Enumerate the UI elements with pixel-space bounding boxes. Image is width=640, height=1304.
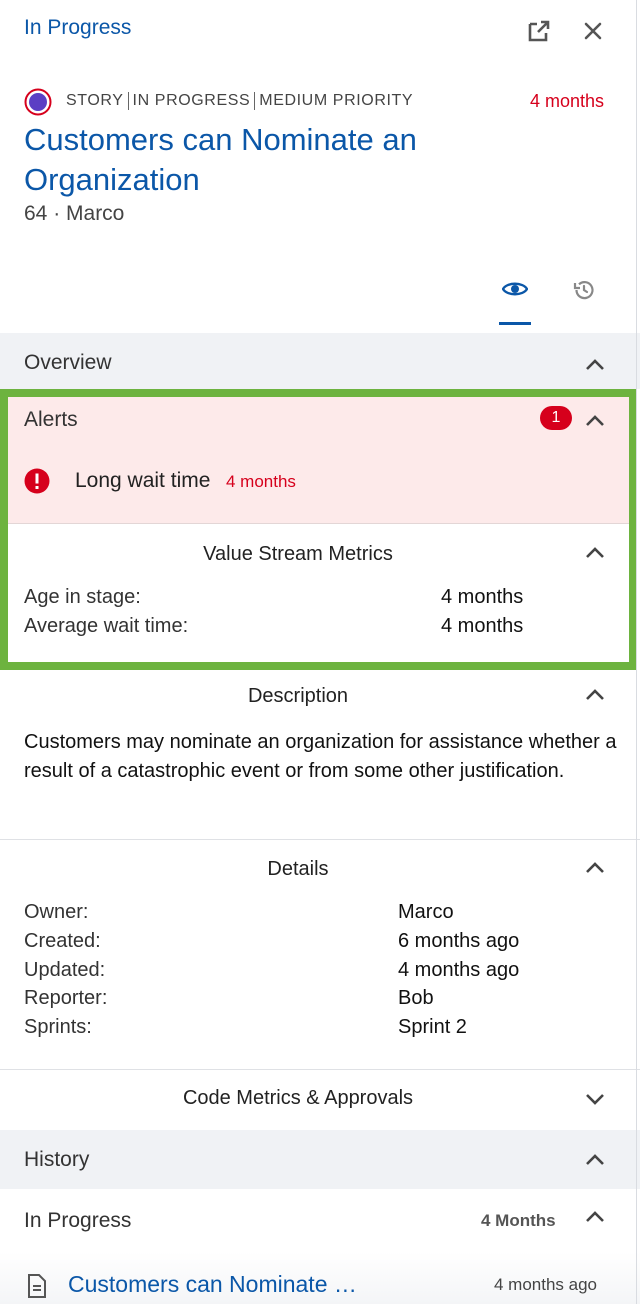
- description-label: Description: [247, 685, 349, 707]
- description-section: Description Customers may nominate an or…: [0, 670, 640, 839]
- description-text: Customers may nominate an organization f…: [24, 731, 617, 782]
- item-type-label: STORY: [66, 92, 124, 109]
- value-stream-section: Value Stream Metrics Age in stage: 4 mon…: [8, 523, 629, 662]
- story-type-icon: [24, 88, 52, 116]
- detail-value: Bob: [398, 987, 434, 1009]
- item-meta: 64 · Marco: [24, 202, 125, 225]
- metric-label: Average wait time:: [24, 615, 189, 637]
- alerts-collapse-button[interactable]: [583, 409, 607, 433]
- details-section: Details Owner: Marco Created: 6 months a…: [0, 840, 640, 1069]
- item-age: 4 months: [529, 91, 604, 111]
- value-stream-collapse-button[interactable]: [583, 541, 607, 565]
- overview-collapse-button[interactable]: [583, 353, 607, 377]
- details-collapse-button[interactable]: [583, 856, 607, 880]
- metric-value: 4 months: [441, 586, 524, 608]
- item-title[interactable]: Customers can Nominate an Organization: [24, 120, 494, 200]
- detail-label: Owner:: [24, 901, 89, 923]
- history-entry-title[interactable]: Customers can Nominate …: [68, 1271, 357, 1298]
- history-entry[interactable]: Customers can Nominate … 4 months ago: [0, 1252, 640, 1304]
- eye-icon: [502, 282, 528, 296]
- panel-status-title: In Progress: [24, 16, 132, 39]
- chevron-down-icon: [586, 1094, 604, 1105]
- history-label: History: [24, 1148, 90, 1171]
- close-button[interactable]: [576, 14, 610, 48]
- history-icon: [573, 281, 594, 300]
- tab-overview[interactable]: [496, 270, 534, 308]
- history-group-label: In Progress: [24, 1209, 132, 1232]
- item-state-label: IN PROGRESS: [132, 92, 251, 109]
- detail-value: Marco: [398, 901, 454, 923]
- metric-label: Age in stage:: [24, 586, 141, 608]
- close-icon: [584, 22, 602, 40]
- value-stream-label: Value Stream Metrics: [203, 543, 393, 565]
- code-metrics-expand-button[interactable]: [583, 1087, 607, 1111]
- overview-label: Overview: [24, 351, 112, 374]
- history-group-age: 4 Months: [481, 1211, 556, 1230]
- chevron-up-icon: [586, 359, 604, 370]
- alert-error-icon: [24, 468, 50, 494]
- detail-label: Created:: [24, 930, 101, 952]
- chevron-up-icon: [586, 547, 604, 558]
- history-group-header[interactable]: In Progress 4 Months: [0, 1190, 640, 1250]
- alerts-section: Alerts 1 Long wait time 4 months: [8, 397, 629, 523]
- history-section-header[interactable]: History: [0, 1130, 640, 1189]
- chevron-up-icon: [586, 862, 604, 873]
- code-metrics-label: Code Metrics & Approvals: [182, 1087, 414, 1109]
- metric-value: 4 months: [441, 615, 524, 637]
- chevron-up-icon: [586, 1154, 604, 1165]
- open-external-button[interactable]: [522, 14, 556, 48]
- open-external-icon: [528, 20, 550, 42]
- description-collapse-button[interactable]: [583, 683, 607, 707]
- item-type-badge: [24, 88, 52, 116]
- tab-active-indicator: [499, 322, 531, 325]
- history-group-collapse-button[interactable]: [583, 1205, 607, 1229]
- detail-value: 4 months ago: [398, 959, 520, 981]
- detail-label: Reporter:: [24, 987, 108, 1009]
- chevron-up-icon: [586, 689, 604, 700]
- panel-edge: [636, 0, 637, 1304]
- alert-text: Long wait time: [75, 469, 211, 492]
- detail-label: Sprints:: [24, 1016, 92, 1038]
- detail-value: Sprint 2: [398, 1016, 467, 1038]
- item-tags: STORY IN PROGRESS MEDIUM PRIORITY: [66, 92, 413, 110]
- code-metrics-section-header[interactable]: Code Metrics & Approvals: [0, 1070, 640, 1129]
- detail-value: 6 months ago: [398, 930, 520, 952]
- tab-history[interactable]: [566, 272, 602, 308]
- details-label: Details: [267, 858, 329, 880]
- history-collapse-button[interactable]: [583, 1148, 607, 1172]
- document-icon: [28, 1274, 46, 1298]
- alerts-label: Alerts: [24, 408, 78, 431]
- item-priority-label: MEDIUM PRIORITY: [259, 92, 414, 109]
- alert-age: 4 months: [226, 472, 296, 491]
- alert-item: Long wait time 4 months: [24, 467, 584, 497]
- chevron-up-icon: [586, 1211, 604, 1222]
- overview-section-header[interactable]: Overview: [0, 333, 640, 389]
- history-entry-age: 4 months ago: [494, 1275, 598, 1294]
- chevron-up-icon: [586, 415, 604, 426]
- detail-label: Updated:: [24, 959, 106, 981]
- alerts-count-badge: 1: [540, 406, 572, 430]
